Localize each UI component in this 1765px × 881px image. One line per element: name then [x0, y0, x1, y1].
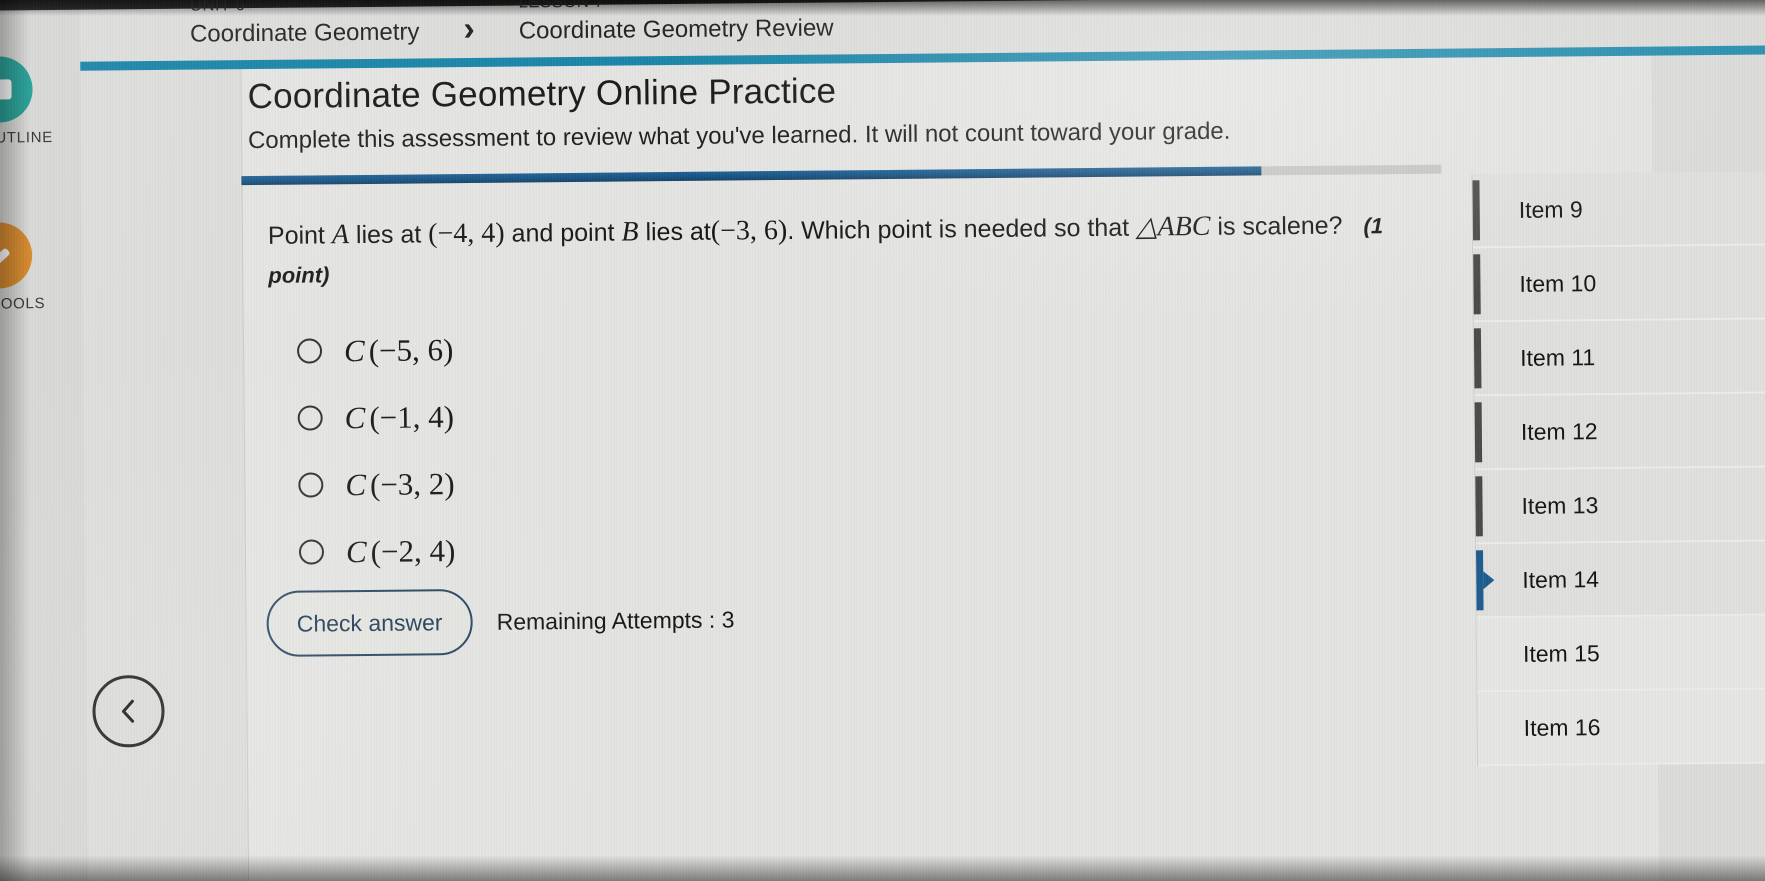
chevron-left-icon	[122, 699, 135, 723]
item-nav-row[interactable]: Item 15	[1476, 615, 1765, 693]
sidebar-item-outline[interactable]: OUTLINE	[0, 56, 53, 147]
answer-option-coords: (−2, 4)	[370, 532, 456, 569]
item-nav-row[interactable]: Item 12	[1474, 393, 1765, 471]
page-header: Coordinate Geometry Online Practice Comp…	[247, 64, 1488, 156]
check-answer-button[interactable]: Check answer	[266, 588, 473, 657]
item-navigation-rail: Item 9 Item 10 Item 11 Item 12 Item 13 Item 1…	[1472, 171, 1765, 767]
item-nav-indicator	[1477, 698, 1485, 758]
outline-icon	[0, 56, 33, 123]
radio-button[interactable]	[296, 338, 323, 364]
answer-options: C (−5, 6) C (−1, 4) C (−3, 2) C (−2, 4)	[296, 316, 456, 585]
radio-button[interactable]	[298, 472, 324, 498]
radio-button[interactable]	[298, 539, 325, 565]
item-nav-label: Item 12	[1520, 417, 1598, 445]
item-nav-indicator	[1474, 402, 1483, 463]
question-block: Point A lies at (−4, 4) and point B lies…	[268, 205, 1389, 293]
answer-option-variable: C	[345, 466, 367, 502]
item-nav-indicator	[1475, 476, 1483, 537]
item-nav-row[interactable]: Item 9	[1472, 171, 1765, 249]
answer-option[interactable]: C (−2, 4)	[298, 517, 456, 585]
item-nav-label: Item 14	[1522, 565, 1600, 593]
breadcrumb-unit-title: Coordinate Geometry	[189, 17, 420, 48]
answer-option-coords: (−3, 2)	[369, 465, 455, 502]
question-mid-1: lies at	[355, 220, 422, 250]
item-nav-indicator	[1473, 254, 1481, 315]
remaining-attempts-text: Remaining Attempts : 3	[496, 605, 735, 635]
chevron-right-icon: ›	[463, 9, 475, 48]
question-mid-4: . Which point is needed so that	[787, 213, 1130, 245]
previous-button[interactable]	[92, 674, 165, 748]
item-nav-indicator	[1477, 624, 1485, 684]
item-nav-label: Item 16	[1523, 713, 1601, 741]
question-mid-2: and point	[511, 218, 615, 248]
question-text: Point A lies at (−4, 4) and point B lies…	[268, 205, 1389, 293]
breadcrumb-lesson-title: Coordinate Geometry Review	[518, 13, 834, 45]
answer-option[interactable]: C (−5, 6)	[296, 316, 454, 384]
current-item-caret-icon	[1483, 571, 1495, 590]
breadcrumb-unit[interactable]: UNIT 6 Coordinate Geometry	[190, 0, 420, 51]
answer-option-label: C (−3, 2)	[345, 466, 455, 503]
answer-option[interactable]: C (−1, 4)	[297, 383, 454, 451]
breadcrumb-lesson[interactable]: LESSON 7 Coordinate Geometry Review	[518, 0, 833, 47]
sidebar-item-tools-label: E TOOLS	[0, 295, 46, 313]
item-nav-label: Item 13	[1521, 491, 1599, 519]
answer-option-coords: (−5, 6)	[368, 331, 454, 368]
item-nav-row[interactable]: Item 11	[1473, 319, 1765, 397]
sidebar-item-outline-label: OUTLINE	[0, 128, 53, 147]
point-a-label: A	[331, 219, 350, 251]
item-nav-indicator	[1472, 180, 1481, 241]
item-nav-label: Item 10	[1519, 269, 1597, 297]
answer-option-coords: (−1, 4)	[369, 398, 455, 435]
answer-option-label: C (−5, 6)	[344, 332, 454, 369]
left-tool-rail: OUTLINE E TOOLS	[0, 9, 89, 881]
tools-icon	[0, 222, 33, 289]
answer-option-variable: C	[343, 332, 365, 368]
screen-surface: UNIT 6 Coordinate Geometry › LESSON 7 Co…	[0, 0, 1765, 881]
item-nav-row[interactable]: Item 16	[1477, 689, 1765, 767]
answer-option-variable: C	[344, 399, 366, 435]
sidebar-item-tools[interactable]: E TOOLS	[0, 222, 49, 313]
item-nav-label: Item 11	[1520, 343, 1596, 371]
item-nav-label: Item 9	[1518, 195, 1583, 223]
item-nav-row[interactable]: Item 10	[1473, 245, 1765, 323]
item-nav-row[interactable]: Item 14	[1475, 541, 1765, 619]
radio-button[interactable]	[297, 405, 323, 431]
answer-option-label: C (−1, 4)	[345, 399, 455, 436]
question-tail: is scalene?	[1217, 211, 1343, 241]
action-row: Check answer Remaining Attempts : 3	[266, 586, 735, 657]
answer-option-label: C (−2, 4)	[346, 533, 456, 570]
breadcrumb[interactable]: UNIT 6 Coordinate Geometry › LESSON 7 Co…	[190, 0, 834, 51]
point-b-label: B	[621, 216, 639, 248]
point-a-coords: (−4, 4)	[428, 217, 505, 250]
question-mid-3: lies at	[645, 217, 711, 247]
item-nav-indicator	[1473, 328, 1482, 389]
triangle-abc: △ABC	[1135, 210, 1211, 243]
item-nav-label: Item 15	[1522, 639, 1600, 667]
point-b-coords: (−3, 6)	[710, 214, 788, 247]
answer-option-variable: C	[345, 533, 367, 569]
screen-photo: UNIT 6 Coordinate Geometry › LESSON 7 Co…	[0, 0, 1765, 881]
question-lead: Point	[267, 221, 326, 250]
item-nav-row[interactable]: Item 13	[1475, 467, 1765, 545]
answer-option[interactable]: C (−3, 2)	[298, 450, 455, 518]
